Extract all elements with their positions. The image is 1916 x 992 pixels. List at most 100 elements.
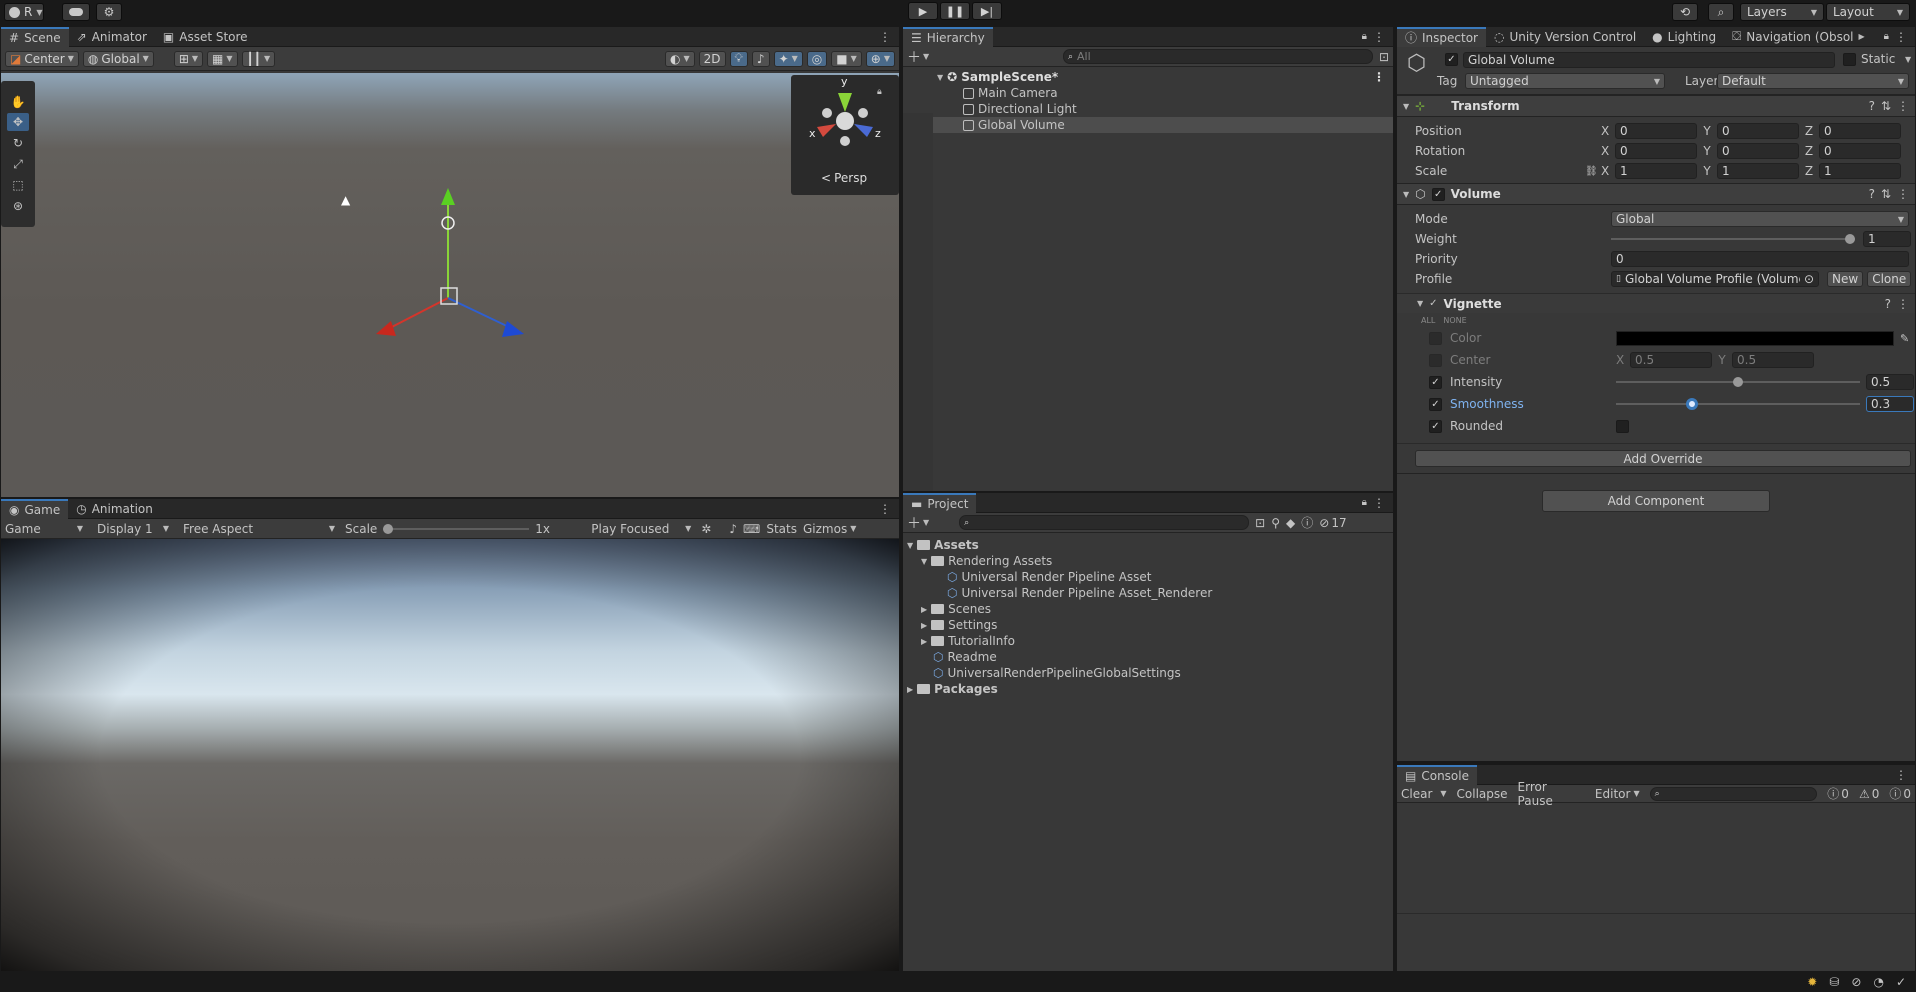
keyboard-icon[interactable]: ⌨: [743, 522, 760, 536]
console-search[interactable]: ⌕: [1649, 786, 1818, 801]
error-count-toggle[interactable]: ⓘ 0: [1889, 785, 1911, 802]
gizmos-dropdown[interactable]: Gizmos ▼: [803, 522, 856, 536]
scene-viewport[interactable]: ✋ ✥ ↻ ⤢ ⬚ ⊛ ▲ y x z 🔒︎ < Persp: [1, 73, 899, 497]
tab-project[interactable]: ▬ Project: [903, 492, 977, 513]
link-icon[interactable]: ⛓: [1585, 166, 1601, 177]
rotation-y-field[interactable]: 0: [1717, 143, 1799, 159]
collapse-arrow-icon[interactable]: ▶: [921, 619, 927, 632]
add-component-button[interactable]: Add Component: [1542, 490, 1770, 512]
expand-arrow-icon[interactable]: ▼: [1417, 299, 1423, 308]
volume-header[interactable]: ▼ ⬡ ✓ Volume ? ⇅ ⋮: [1397, 183, 1915, 205]
hand-tool-icon[interactable]: ✋: [7, 93, 29, 111]
layer-dropdown[interactable]: Default ▼: [1717, 73, 1909, 89]
list-item[interactable]: ⬡ Universal Render Pipeline Asset_Rendere…: [903, 585, 1393, 601]
tab-animation[interactable]: ◷ Animation: [68, 499, 161, 519]
editor-dropdown[interactable]: Editor ▼: [1595, 787, 1640, 801]
list-item[interactable]: ▶ Settings: [903, 617, 1393, 633]
orientation-gizmo[interactable]: y x z 🔒︎ < Persp: [791, 75, 899, 195]
active-checkbox[interactable]: ✓: [1445, 53, 1458, 66]
persp-toggle[interactable]: < Persp: [821, 171, 867, 185]
smoothness-slider-handle[interactable]: [1685, 398, 1698, 410]
project-search[interactable]: ⌕: [959, 515, 1250, 530]
bug-icon[interactable]: ✲: [701, 522, 711, 536]
center-override-checkbox[interactable]: [1429, 353, 1442, 367]
expand-arrow-icon[interactable]: ▼: [937, 71, 943, 84]
volume-enabled-checkbox[interactable]: ✓: [1431, 187, 1445, 201]
draw-mode-dropdown[interactable]: ◐ ▼: [664, 50, 695, 67]
more-icon[interactable]: ⋮: [879, 502, 899, 516]
camera-gizmo-icon[interactable]: ▲: [341, 193, 350, 207]
tab-asset-store[interactable]: ▣ Asset Store: [155, 27, 256, 47]
lock-icon[interactable]: 🔒︎: [877, 87, 882, 97]
smoothness-field[interactable]: 0.3: [1866, 396, 1914, 412]
center-x-field[interactable]: 0.5: [1630, 352, 1712, 368]
mute-audio-icon[interactable]: ♪: [729, 522, 737, 536]
all-toggle[interactable]: ALL: [1421, 316, 1435, 325]
layout-dropdown[interactable]: Layout ▼: [1826, 3, 1910, 21]
add-override-button[interactable]: Add Override: [1415, 450, 1911, 467]
grid-snap-dropdown[interactable]: ⊞ ▼: [173, 50, 204, 67]
transform-header[interactable]: ▼ ⊹ Transform ? ⇅ ⋮: [1397, 95, 1915, 117]
play-mode-dropdown[interactable]: Play Focused ▼: [587, 522, 695, 536]
effects-dropdown[interactable]: ✦ ▼: [773, 50, 803, 67]
intensity-slider[interactable]: [1616, 377, 1860, 387]
collapse-toggle[interactable]: Collapse: [1457, 787, 1508, 801]
list-item[interactable]: ▶ Packages: [903, 681, 1393, 697]
rotate-tool-icon[interactable]: ↻: [7, 134, 29, 152]
color-override-checkbox[interactable]: [1429, 331, 1442, 345]
vignette-header[interactable]: ▼ ✓ Vignette ? ⋮: [1397, 293, 1915, 313]
lighting-toggle[interactable]: 💡︎: [729, 50, 748, 67]
weight-slider[interactable]: [1611, 234, 1855, 244]
list-item[interactable]: ▶ TutorialInfo: [903, 633, 1393, 649]
collapse-arrow-icon[interactable]: ▶: [921, 603, 927, 616]
lock-icon[interactable]: 🔒︎: [1884, 31, 1895, 42]
scale-x-field[interactable]: 1: [1615, 163, 1697, 179]
position-y-field[interactable]: 0: [1717, 123, 1799, 139]
object-name-field[interactable]: Global Volume: [1463, 52, 1835, 68]
static-checkbox[interactable]: [1843, 53, 1856, 66]
display-dropdown[interactable]: Display 1 ▼: [93, 522, 173, 536]
tab-game[interactable]: ◉ Game: [1, 498, 69, 519]
tab-navigation[interactable]: ⛋ Navigation (Obsol ▶: [1724, 27, 1873, 47]
rotation-z-field[interactable]: 0: [1819, 143, 1901, 159]
weight-slider-handle[interactable]: [1845, 234, 1855, 244]
rect-tool-icon[interactable]: ⬚: [7, 176, 29, 194]
tab-lighting[interactable]: ● Lighting: [1644, 27, 1724, 47]
search-options-icon[interactable]: ⊡: [1379, 50, 1389, 64]
layers-dropdown[interactable]: Layers ▼: [1740, 3, 1824, 21]
audio-toggle[interactable]: ♪: [751, 50, 770, 67]
scale-y-field[interactable]: 1: [1717, 163, 1799, 179]
clear-dropdown[interactable]: Clear ▼: [1401, 787, 1447, 801]
collapse-arrow-icon[interactable]: ▶: [907, 683, 913, 696]
chevron-down-icon[interactable]: ▼: [1905, 55, 1911, 64]
hidden-objects-toggle[interactable]: ◎: [806, 50, 828, 67]
cloud-button[interactable]: [62, 3, 90, 21]
tab-console[interactable]: ▤ Console: [1397, 764, 1477, 785]
help-icon[interactable]: ?: [1869, 187, 1875, 201]
debug-icon[interactable]: ◔: [1873, 975, 1883, 989]
more-icon[interactable]: ⋮: [1897, 99, 1909, 113]
list-item[interactable]: ▼ Assets: [903, 537, 1393, 553]
intensity-override-checkbox[interactable]: ✓: [1429, 375, 1442, 389]
scale-z-field[interactable]: 1: [1819, 163, 1901, 179]
cache-icon[interactable]: ⊘: [1851, 975, 1861, 989]
info-icon[interactable]: ⓘ: [1301, 514, 1313, 531]
preset-icon[interactable]: ⇅: [1881, 99, 1891, 113]
smoothness-override-checkbox[interactable]: ✓: [1429, 397, 1442, 411]
expand-arrow-icon[interactable]: ▼: [1403, 102, 1409, 111]
more-icon[interactable]: ⋮: [1897, 187, 1909, 201]
create-dropdown[interactable]: ＋ ▼: [907, 47, 929, 67]
profile-field[interactable]: ▯ Global Volume Profile (Volume ⊙: [1611, 271, 1819, 287]
mode-dropdown[interactable]: Global ▼: [1611, 211, 1909, 227]
increment-snap-dropdown[interactable]: ┃┃ ▼: [241, 50, 276, 67]
override-enabled-check[interactable]: ✓: [1429, 298, 1437, 309]
intensity-field[interactable]: 0.5: [1866, 374, 1914, 390]
2d-toggle[interactable]: 2D: [698, 50, 726, 67]
label-icon[interactable]: ◆: [1286, 516, 1295, 530]
clone-profile-button[interactable]: Clone: [1867, 271, 1912, 287]
move-tool-icon[interactable]: ✥: [7, 113, 29, 131]
smoothness-slider[interactable]: [1616, 398, 1860, 410]
list-item[interactable]: ⬡ UniversalRenderPipelineGlobalSettings: [903, 665, 1393, 681]
error-pause-toggle[interactable]: Error Pause: [1518, 780, 1585, 808]
pivot-dropdown[interactable]: ◪ Center ▼: [5, 50, 79, 67]
